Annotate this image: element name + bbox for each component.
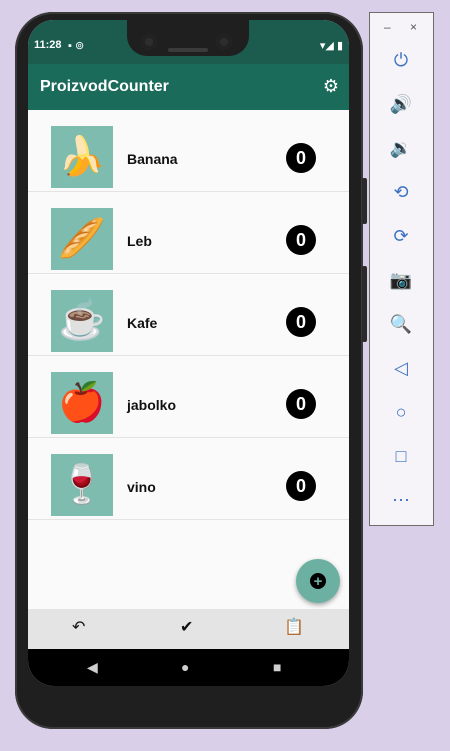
volume-up-icon[interactable]: 🔊 [385,88,417,120]
list-item[interactable]: 🍎 jabolko 0 [28,356,349,438]
list-item[interactable]: 🍷 vino 0 [28,438,349,520]
clipboard-icon[interactable]: 📋 [284,617,304,637]
coffee-cup-icon: ☕ [51,290,113,352]
item-name: Leb [127,233,152,249]
front-camera-right [216,34,232,50]
system-back-icon[interactable]: ◀ [87,659,98,676]
zoom-icon[interactable]: 🔍 [385,308,417,340]
front-camera-left [141,34,157,50]
rotate-left-icon[interactable]: ⟲ [385,176,417,208]
system-recents-icon[interactable]: ■ [273,659,281,675]
list-item[interactable]: ☕ Kafe 0 [28,274,349,356]
item-name: Kafe [127,315,158,331]
app-bar: ProizvodCounter ⚙ [28,64,349,110]
add-item-button[interactable]: + [296,559,340,603]
app-title: ProizvodCounter [40,78,169,95]
status-time: 11:28 [34,39,62,51]
home-icon[interactable]: ○ [385,396,417,428]
apple-icon: 🍎 [51,372,113,434]
gear-icon[interactable]: ⚙ [323,76,339,97]
item-name: jabolko [127,397,177,413]
system-status-icons: ▾◢ ▮ [319,40,343,52]
volume-side-button [362,266,367,342]
power-side-button [362,178,367,224]
minimize-icon[interactable]: – [384,20,391,34]
close-icon[interactable]: × [410,20,417,34]
item-name: Banana [127,151,178,167]
power-icon[interactable]: ⏻ [385,44,417,76]
item-count-badge[interactable]: 0 [286,471,316,501]
overview-icon[interactable]: □ [385,440,417,472]
item-name: vino [127,479,156,495]
emulator-toolbar: – × ⏻ 🔊 🔉 ⟲ ⟳ 📷 🔍 ◁ ○ □ ⋯ [369,12,434,526]
plus-icon: + [310,573,326,589]
wine-icon: 🍷 [51,454,113,516]
more-icon[interactable]: ⋯ [385,484,417,516]
camera-icon[interactable]: 📷 [385,264,417,296]
banana-icon: 🍌 [51,126,113,188]
system-navigation-bar: ◀ ● ■ [28,649,349,686]
item-count-badge[interactable]: 0 [286,225,316,255]
item-count-badge[interactable]: 0 [286,307,316,337]
earpiece-speaker [168,48,208,52]
item-count-badge[interactable]: 0 [286,389,316,419]
product-list: 🍌 Banana 0 🥖 Leb 0 ☕ Kafe 0 🍎 jabolko 0 … [28,110,349,520]
item-count-badge[interactable]: 0 [286,143,316,173]
status-bar: 11:28 ▪ ⊚ ▾◢ ▮ [28,20,349,64]
volume-down-icon[interactable]: 🔉 [385,132,417,164]
system-home-icon[interactable]: ● [181,659,189,675]
device-screen: 11:28 ▪ ⊚ ▾◢ ▮ ProizvodCounter ⚙ 🍌 Banan… [28,20,349,686]
bread-icon: 🥖 [51,208,113,270]
camera-notch [127,20,249,56]
notification-icons: ▪ ⊚ [68,40,85,52]
bottom-action-bar: ↶ ✔ 📋 [28,609,349,649]
list-item[interactable]: 🥖 Leb 0 [28,192,349,274]
rotate-right-icon[interactable]: ⟳ [385,220,417,252]
back-icon[interactable]: ◁ [385,352,417,384]
list-item[interactable]: 🍌 Banana 0 [28,110,349,192]
undo-icon[interactable]: ↶ [72,617,85,637]
check-icon[interactable]: ✔ [180,617,193,637]
